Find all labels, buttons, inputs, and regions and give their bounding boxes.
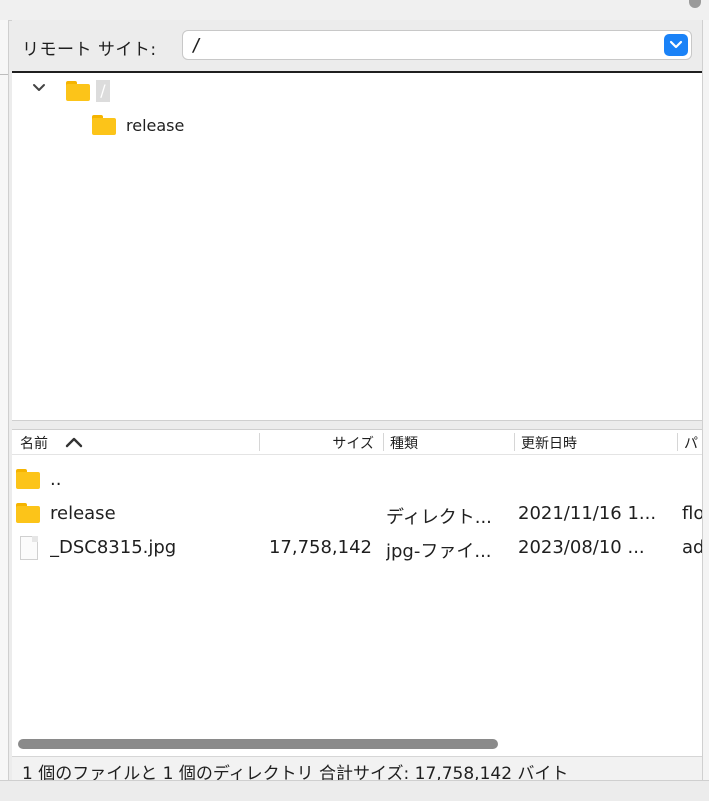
file-extra: ad <box>682 537 702 558</box>
sort-ascending-icon <box>65 437 83 448</box>
status-bar: 1 個のファイルと 1 個のディレクトリ 合計サイズ: 17,758,142 バ… <box>12 756 702 784</box>
window-right-edge <box>702 20 709 780</box>
remote-site-label: リモート サイト: <box>22 40 157 60</box>
column-header-name[interactable]: 名前 <box>20 433 48 452</box>
tree-item-label: / <box>96 80 110 102</box>
column-header-modified[interactable]: 更新日時 <box>521 433 577 452</box>
folder-icon <box>66 81 90 101</box>
file-name: .. <box>50 469 62 490</box>
bottom-pane-edge <box>0 780 709 801</box>
vertical-scrollbar-thumb[interactable] <box>689 0 701 8</box>
adjacent-pane-header <box>0 30 8 75</box>
column-header-type[interactable]: 種類 <box>390 433 418 452</box>
remote-site-path-input[interactable]: / <box>191 35 202 56</box>
chevron-down-icon[interactable] <box>32 83 46 93</box>
column-separator[interactable] <box>514 433 515 451</box>
file-icon <box>20 536 38 560</box>
tree-item-label: release <box>126 115 185 135</box>
horizontal-scrollbar[interactable] <box>12 736 702 752</box>
chevron-down-icon <box>669 40 683 49</box>
file-type: jpg-ファイ... <box>386 541 492 562</box>
list-item[interactable]: _DSC8315.jpg 17,758,142 jpg-ファイ... 2023/… <box>12 532 702 564</box>
file-modified: 2021/11/16 1... <box>518 503 657 524</box>
pane-splitter[interactable] <box>12 420 702 430</box>
adjacent-pane-edge <box>0 20 9 780</box>
list-header: 名前 サイズ 種類 更新日時 パ <box>12 430 702 455</box>
column-separator[interactable] <box>677 433 678 451</box>
remote-directory-tree: / release <box>12 71 702 422</box>
remote-site-pane: リモート サイト: / / release 名前 サイズ 種類 更新日時 パ .… <box>12 20 702 784</box>
list-item[interactable]: .. <box>12 464 702 496</box>
tree-item-root[interactable]: / <box>66 77 110 105</box>
tree-item-release[interactable]: release <box>92 111 184 139</box>
column-separator[interactable] <box>383 433 384 451</box>
dropdown-button[interactable] <box>664 34 688 56</box>
remote-site-path-combo[interactable]: / <box>182 30 692 60</box>
file-name: _DSC8315.jpg <box>50 537 177 558</box>
file-name: release <box>50 503 116 524</box>
remote-file-list: 名前 サイズ 種類 更新日時 パ .. release ディレクト... 202… <box>12 430 702 756</box>
list-item[interactable]: release ディレクト... 2021/11/16 1... flo <box>12 498 702 530</box>
file-extra: flo <box>682 503 702 524</box>
file-modified: 2023/08/10 ... <box>518 537 645 558</box>
folder-icon <box>92 115 116 135</box>
column-header-size[interactable]: サイズ <box>262 433 374 452</box>
file-type: ディレクト... <box>386 507 492 528</box>
remote-site-bar: リモート サイト: / <box>12 20 702 70</box>
column-separator[interactable] <box>259 433 260 451</box>
folder-icon <box>16 469 40 489</box>
folder-icon <box>16 503 40 523</box>
top-pane-edge <box>0 0 709 21</box>
horizontal-scrollbar-thumb[interactable] <box>18 739 498 749</box>
column-header-path[interactable]: パ <box>684 433 698 452</box>
file-size: 17,758,142 <box>268 537 372 558</box>
